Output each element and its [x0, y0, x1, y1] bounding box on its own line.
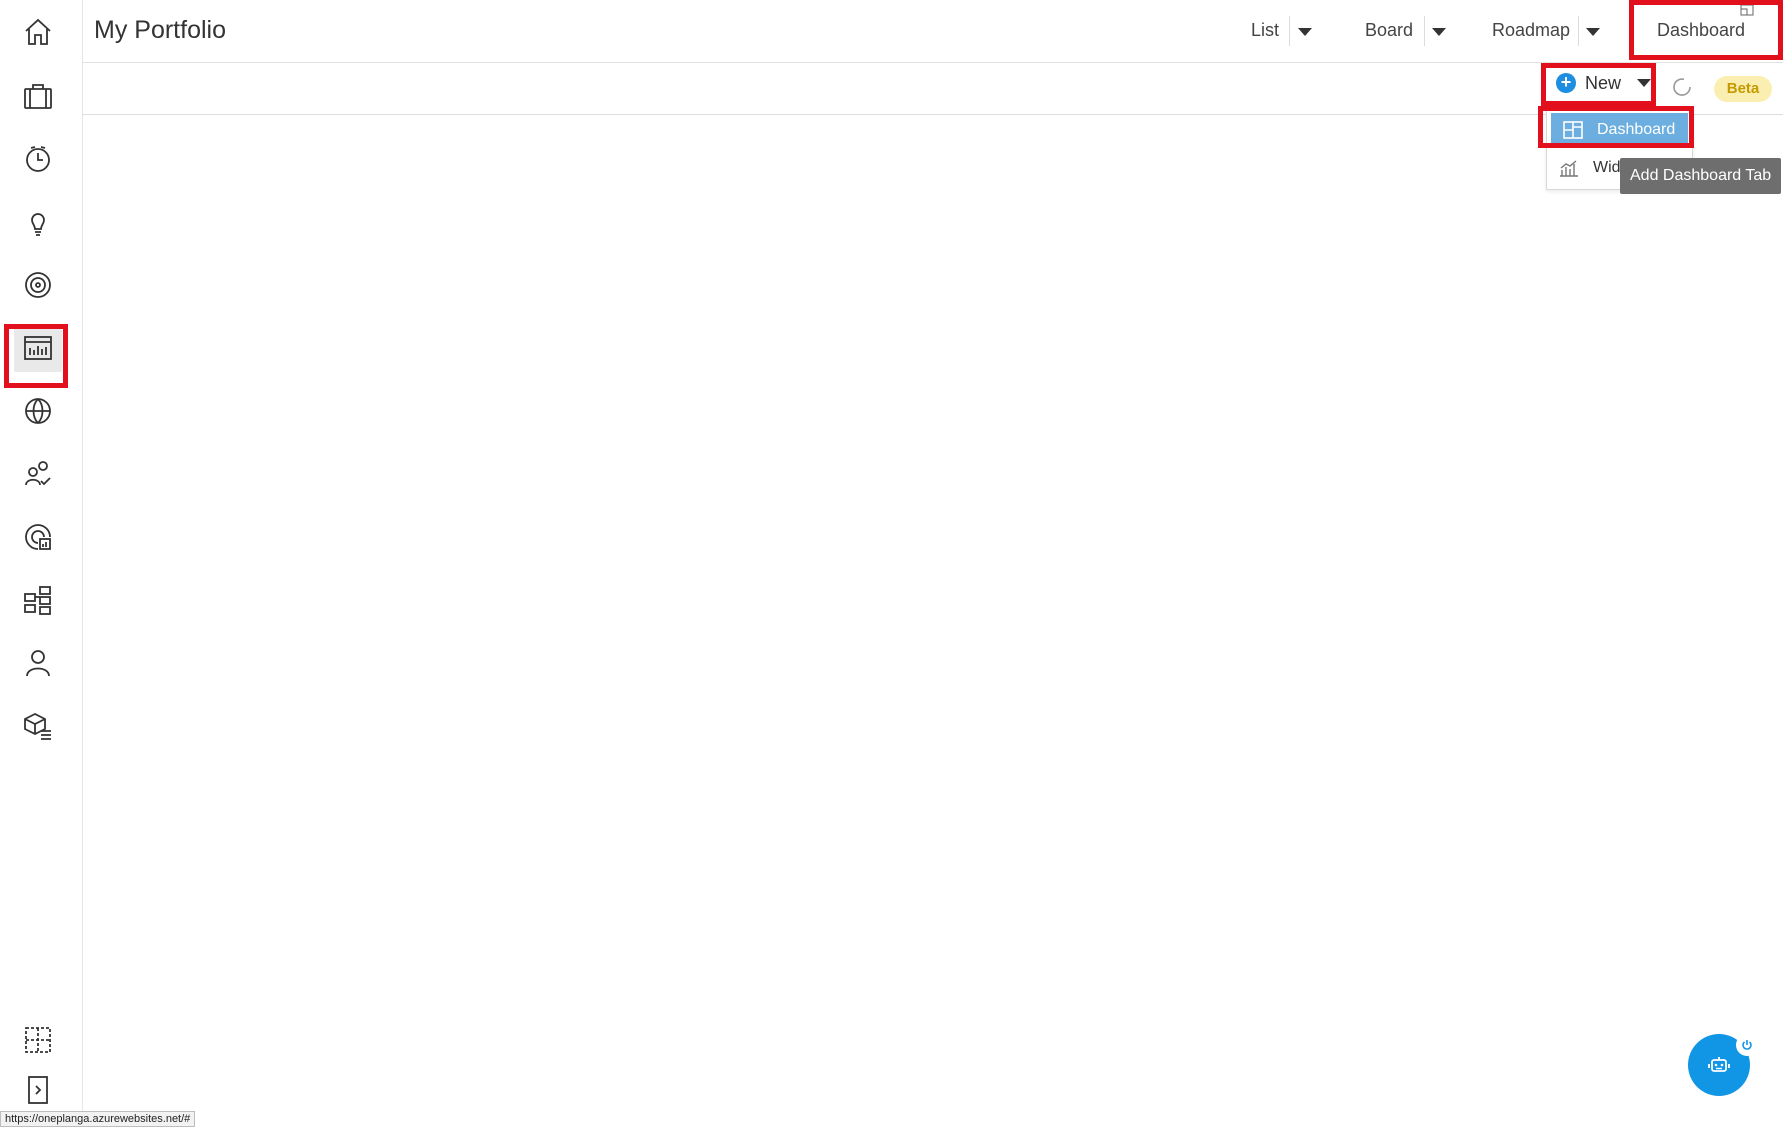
sidebar-item-layout[interactable] — [14, 1016, 62, 1064]
sidebar-item-profile[interactable] — [14, 639, 62, 687]
sidebar-item-expand[interactable] — [14, 1066, 62, 1114]
target-icon — [25, 272, 51, 298]
layout-select-icon — [25, 1027, 51, 1053]
sidebar-item-portfolio[interactable] — [14, 72, 62, 120]
menu-item-dashboard[interactable]: Dashboard — [1551, 113, 1688, 147]
power-icon — [1742, 1040, 1752, 1050]
people-check-icon — [25, 461, 51, 486]
new-button-label: New — [1585, 72, 1622, 93]
globe-icon — [25, 398, 51, 424]
board-dropdown-caret[interactable] — [1432, 28, 1446, 36]
user-icon — [26, 650, 50, 677]
page-title: My Portfolio — [94, 16, 226, 44]
sidebar-item-home[interactable] — [14, 8, 62, 56]
tab-divider — [1289, 16, 1290, 46]
tab-dashboard[interactable]: Dashboard — [1657, 20, 1745, 41]
sidebar-item-global[interactable] — [14, 387, 62, 435]
tab-board[interactable]: Board — [1365, 20, 1413, 41]
hierarchy-icon — [24, 586, 51, 615]
new-button[interactable]: + New — [1548, 67, 1653, 99]
timer-icon — [26, 146, 50, 172]
robot-icon — [1708, 1057, 1730, 1072]
tab-divider — [1424, 16, 1425, 46]
lightbulb-icon — [31, 213, 45, 236]
beta-badge: Beta — [1714, 76, 1772, 102]
sidebar-item-ideas[interactable] — [14, 198, 62, 246]
briefcase-icon — [24, 84, 52, 109]
power-badge[interactable] — [1736, 1034, 1758, 1056]
tab-list[interactable]: List — [1251, 20, 1279, 41]
tab-expand-icon[interactable] — [1740, 4, 1754, 16]
tab-roadmap[interactable]: Roadmap — [1492, 20, 1570, 41]
sidebar-item-goals[interactable] — [14, 261, 62, 309]
tooltip: Add Dashboard Tab — [1620, 158, 1782, 194]
refresh-icon[interactable] — [1670, 75, 1694, 99]
sidebar-item-reports[interactable] — [14, 324, 62, 372]
tab-divider — [1578, 16, 1579, 46]
sidebar-item-hierarchy[interactable] — [14, 576, 62, 624]
roadmap-dropdown-caret[interactable] — [1586, 28, 1600, 36]
sidebar-item-resources[interactable] — [14, 450, 62, 498]
top-bar: My Portfolio List Board Roadmap Dashboar… — [82, 0, 1783, 63]
chart-target-icon — [25, 524, 51, 550]
dashboard-layout-icon — [1563, 121, 1583, 139]
expand-sidebar-icon — [28, 1076, 48, 1104]
list-dropdown-caret[interactable] — [1298, 28, 1312, 36]
report-chart-icon — [24, 336, 52, 360]
home-icon — [25, 18, 51, 45]
menu-item-label: Dashboard — [1597, 121, 1676, 138]
chevron-down-icon — [1637, 79, 1652, 87]
sidebar-item-products[interactable] — [14, 702, 62, 750]
package-list-icon — [24, 712, 51, 740]
toolbar: + New Beta — [82, 62, 1783, 115]
sidebar-item-timesheet[interactable] — [14, 135, 62, 183]
left-sidebar — [0, 0, 83, 1125]
sidebar-item-analytics[interactable] — [14, 513, 62, 561]
plus-circle-icon: + — [1556, 73, 1576, 93]
bar-chart-icon — [1559, 159, 1579, 177]
